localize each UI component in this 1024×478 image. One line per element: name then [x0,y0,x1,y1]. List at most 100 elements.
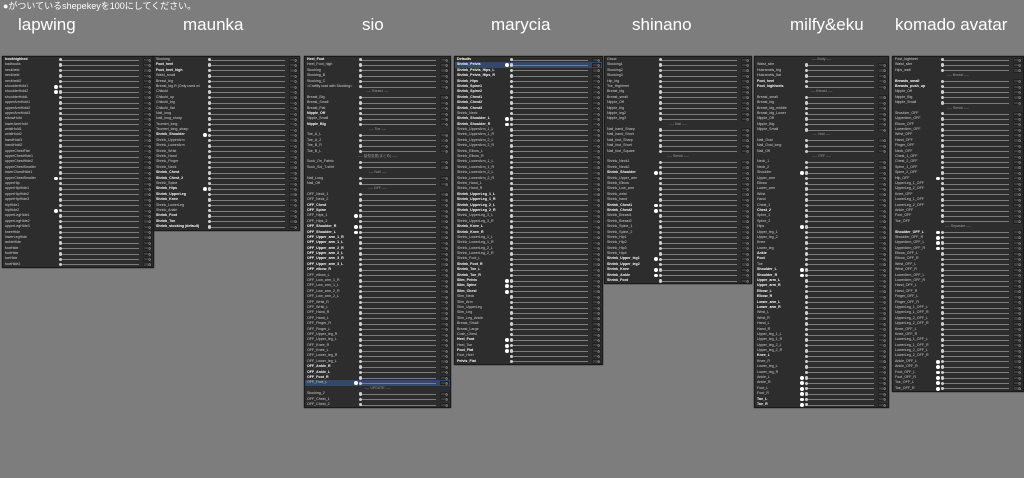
slider-track[interactable] [660,113,737,115]
slider-track[interactable] [942,151,1009,152]
value-field[interactable]: 0 [1013,57,1022,63]
slider-track[interactable] [942,366,1009,368]
slider-track[interactable] [806,259,874,260]
slider-track[interactable] [806,194,874,195]
slider-track[interactable] [360,339,436,341]
value-field[interactable]: 0 [741,57,750,63]
value-field[interactable]: 0 [878,116,887,122]
value-field[interactable]: 0 [440,391,449,397]
slider-track[interactable] [942,280,1009,282]
value-field[interactable]: 0 [741,133,750,138]
slider-track[interactable] [660,70,737,71]
slider-track[interactable] [209,172,285,174]
slider-track[interactable] [60,199,139,201]
value-field[interactable]: 0 [592,170,601,176]
value-field[interactable]: 0 [878,257,887,262]
blendshape-row[interactable]: footHide2 0 [3,262,153,267]
value-field[interactable]: 0 [1013,192,1022,197]
value-field[interactable]: 0 [289,170,298,176]
value-field[interactable]: 0 [143,165,152,170]
slider-track[interactable] [60,205,139,206]
value-field[interactable]: 0 [1013,284,1022,289]
slider-track[interactable] [360,215,436,217]
value-field[interactable]: 0 [1013,62,1022,68]
value-field[interactable]: 0 [741,192,750,197]
slider-track[interactable] [360,280,436,282]
value-field[interactable]: 0 [878,73,887,79]
value-field[interactable]: 0 [592,208,601,214]
slider-track[interactable] [806,307,874,309]
slider-track[interactable] [209,97,285,98]
value-field[interactable]: 0 [878,219,887,224]
value-field[interactable]: 0 [592,310,601,316]
value-field[interactable]: 0 [1013,111,1022,117]
slider-track[interactable] [660,64,737,66]
value-field[interactable]: 0 [592,235,601,240]
slider-track[interactable] [511,296,588,298]
value-field[interactable]: 0 [143,57,152,63]
value-field[interactable]: 0 [592,321,601,327]
slider-track[interactable] [660,172,737,174]
value-field[interactable]: 0 [289,224,298,230]
slider-track[interactable] [942,183,1009,185]
value-field[interactable]: 0 [592,224,601,230]
slider-track[interactable] [942,345,1009,346]
value-field[interactable]: 0 [440,213,449,219]
value-field[interactable]: 0 [592,257,601,262]
slider-track[interactable] [511,242,588,244]
value-field[interactable]: 0 [440,111,449,117]
value-field[interactable]: 0 [1013,122,1022,127]
value-field[interactable]: 0 [878,321,887,327]
slider-track[interactable] [511,91,588,93]
slider-track[interactable] [511,183,588,185]
slider-track[interactable] [806,296,874,298]
value-field[interactable]: 0 [592,219,601,224]
slider-track[interactable] [660,75,737,77]
slider-track[interactable] [806,345,874,346]
value-field[interactable]: 0 [1013,310,1022,316]
value-field[interactable]: 0 [440,106,449,111]
slider-track[interactable] [209,129,285,131]
slider-track[interactable] [60,86,139,88]
slider-track[interactable] [660,215,737,217]
value-field[interactable]: 0 [289,192,298,197]
slider-track[interactable] [660,145,737,147]
slider-track[interactable] [360,140,436,142]
slider-track[interactable] [942,140,1009,142]
value-field[interactable]: 0 [1013,294,1022,300]
value-field[interactable]: 0 [143,89,152,95]
slider-track[interactable] [511,75,588,77]
slider-track[interactable] [360,199,436,201]
slider-track[interactable] [360,118,436,120]
slider-track[interactable] [660,140,737,142]
slider-track[interactable] [660,167,737,168]
value-field[interactable]: 0 [741,262,750,267]
slider-track[interactable] [511,64,588,66]
slider-track[interactable] [806,237,874,239]
slider-track[interactable] [806,64,874,66]
value-field[interactable]: 0 [878,122,887,127]
slider-track[interactable] [942,259,1009,260]
value-field[interactable]: 0 [878,278,887,284]
value-field[interactable]: 0 [143,176,152,181]
slider-track[interactable] [360,393,436,395]
slider-track[interactable] [942,312,1009,314]
slider-track[interactable] [806,339,874,341]
value-field[interactable]: 0 [592,127,601,133]
value-field[interactable]: 0 [143,111,152,117]
value-field[interactable]: 0 [440,289,449,294]
slider-track[interactable] [360,372,436,373]
slider-track[interactable] [360,205,436,206]
value-field[interactable]: 0 [878,386,887,391]
slider-track[interactable] [511,253,588,255]
slider-track[interactable] [660,183,737,185]
value-field[interactable]: 0 [440,284,449,289]
value-field[interactable]: 0 [1013,343,1022,348]
value-field[interactable]: 0 [440,305,449,311]
slider-track[interactable] [806,275,874,276]
value-field[interactable]: 0 [1013,176,1022,181]
value-field[interactable]: 0 [440,192,449,197]
value-field[interactable]: 0 [143,149,152,154]
slider-track[interactable] [660,59,737,61]
slider-track[interactable] [60,242,139,244]
